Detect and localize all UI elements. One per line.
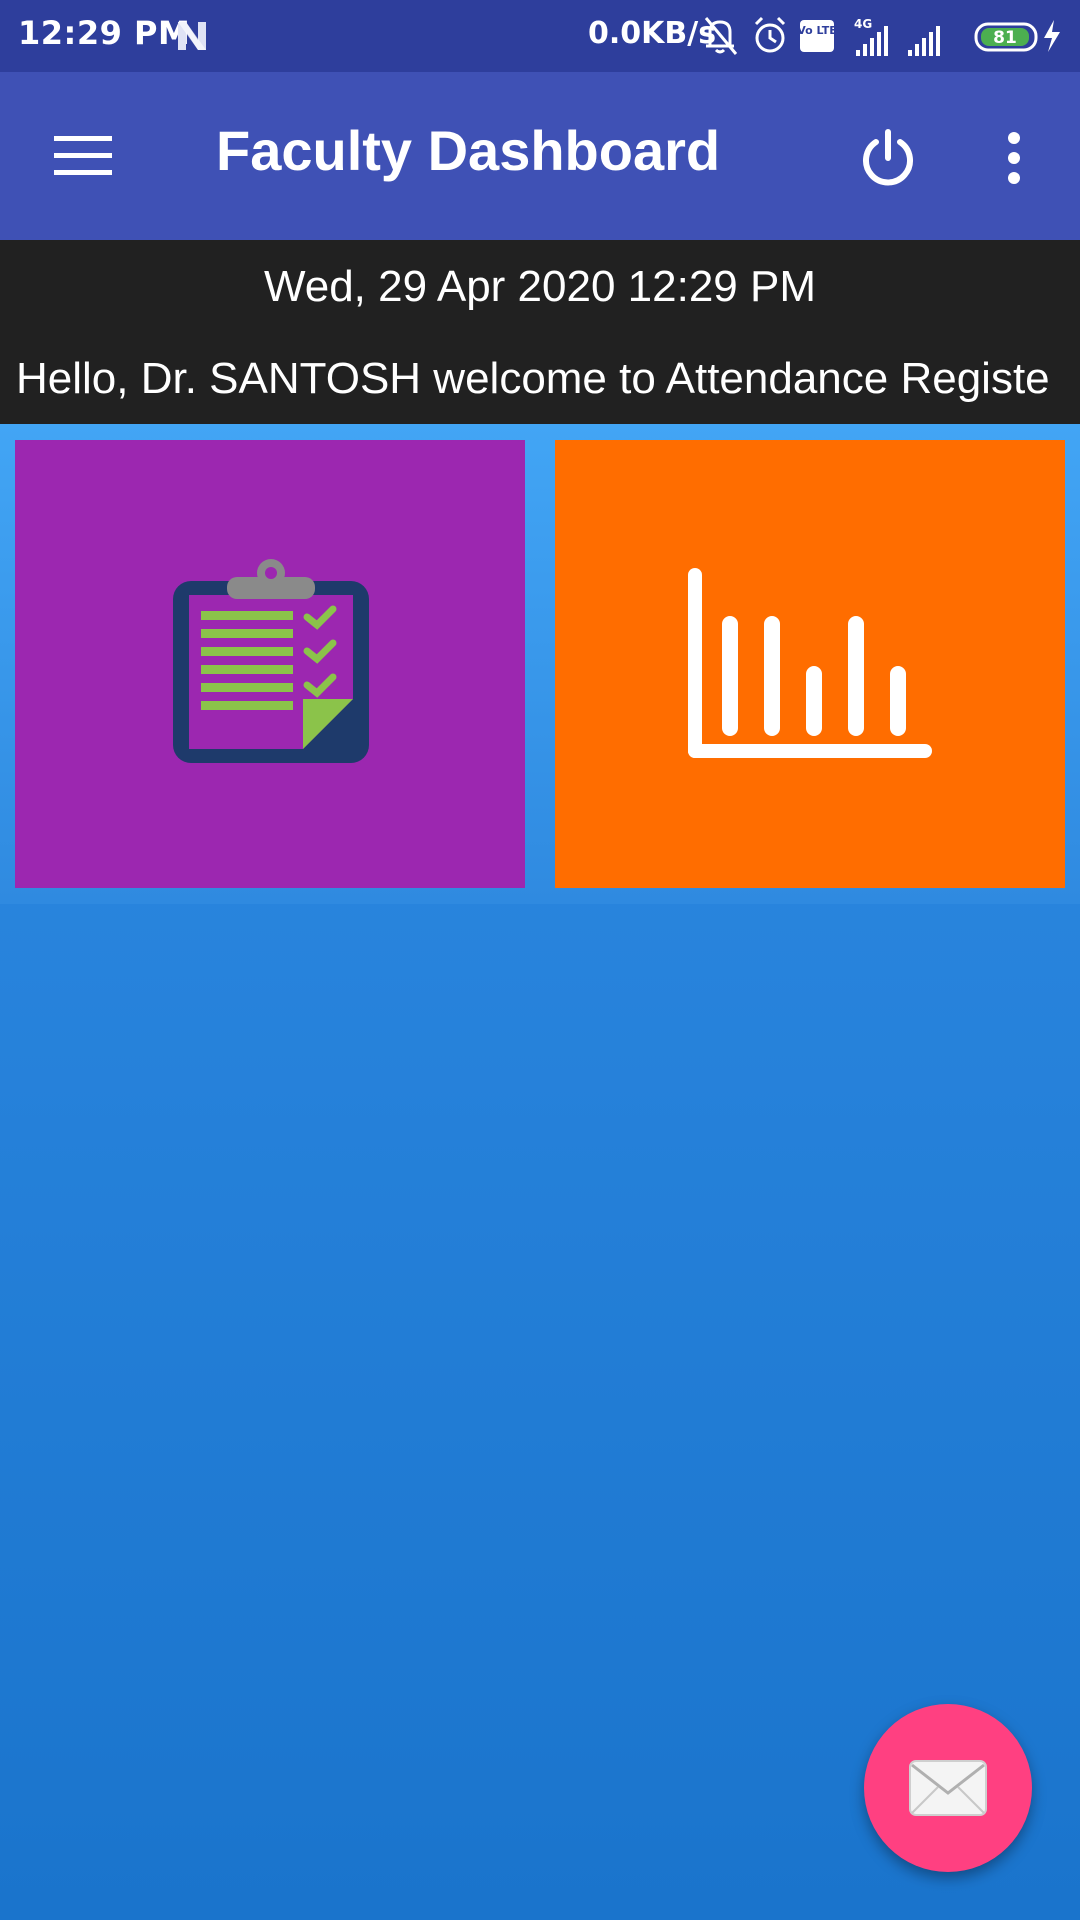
app-bar: Faculty Dashboard [0,72,1080,240]
status-icons: Vo LTE 4G 81 [704,16,1060,56]
volte-icon: Vo LTE [797,20,837,52]
info-banner: Wed, 29 Apr 2020 12:29 PM Hello, Dr. SAN… [0,240,1080,424]
attendance-tile[interactable] [15,440,525,888]
logout-button[interactable] [846,116,930,200]
mail-fab[interactable] [864,1704,1032,1872]
volte-label: Vo LTE [797,24,837,37]
status-bar: 12:29 PM 0.0KB/s Vo LTE 4G 81 [0,0,1080,72]
signal-icon [908,26,940,56]
menu-icon [54,136,112,175]
network-type: 4G [854,17,872,31]
current-datetime: Wed, 29 Apr 2020 12:29 PM [264,262,816,311]
reports-tile[interactable] [555,440,1065,888]
dashboard-tiles [0,424,1080,904]
battery-icon: 81 [974,22,1038,52]
clipboard-checklist-icon [173,559,369,763]
n-notification-icon [178,22,206,50]
network-speed: 0.0KB/s [588,16,717,51]
mute-bell-icon [704,17,738,55]
status-time: 12:29 PM [18,14,191,52]
page-title: Faculty Dashboard [216,119,721,182]
overflow-menu-button[interactable] [982,116,1046,200]
power-icon [863,129,913,186]
battery-level: 81 [993,28,1017,48]
mail-icon [909,1760,987,1816]
menu-button[interactable] [36,116,132,196]
bar-chart-icon [688,568,932,758]
charging-icon [1044,20,1060,52]
welcome-marquee: Hello, Dr. SANTOSH welcome to Attendance… [16,354,1050,403]
alarm-icon [754,16,786,53]
more-vertical-icon [1008,132,1020,184]
